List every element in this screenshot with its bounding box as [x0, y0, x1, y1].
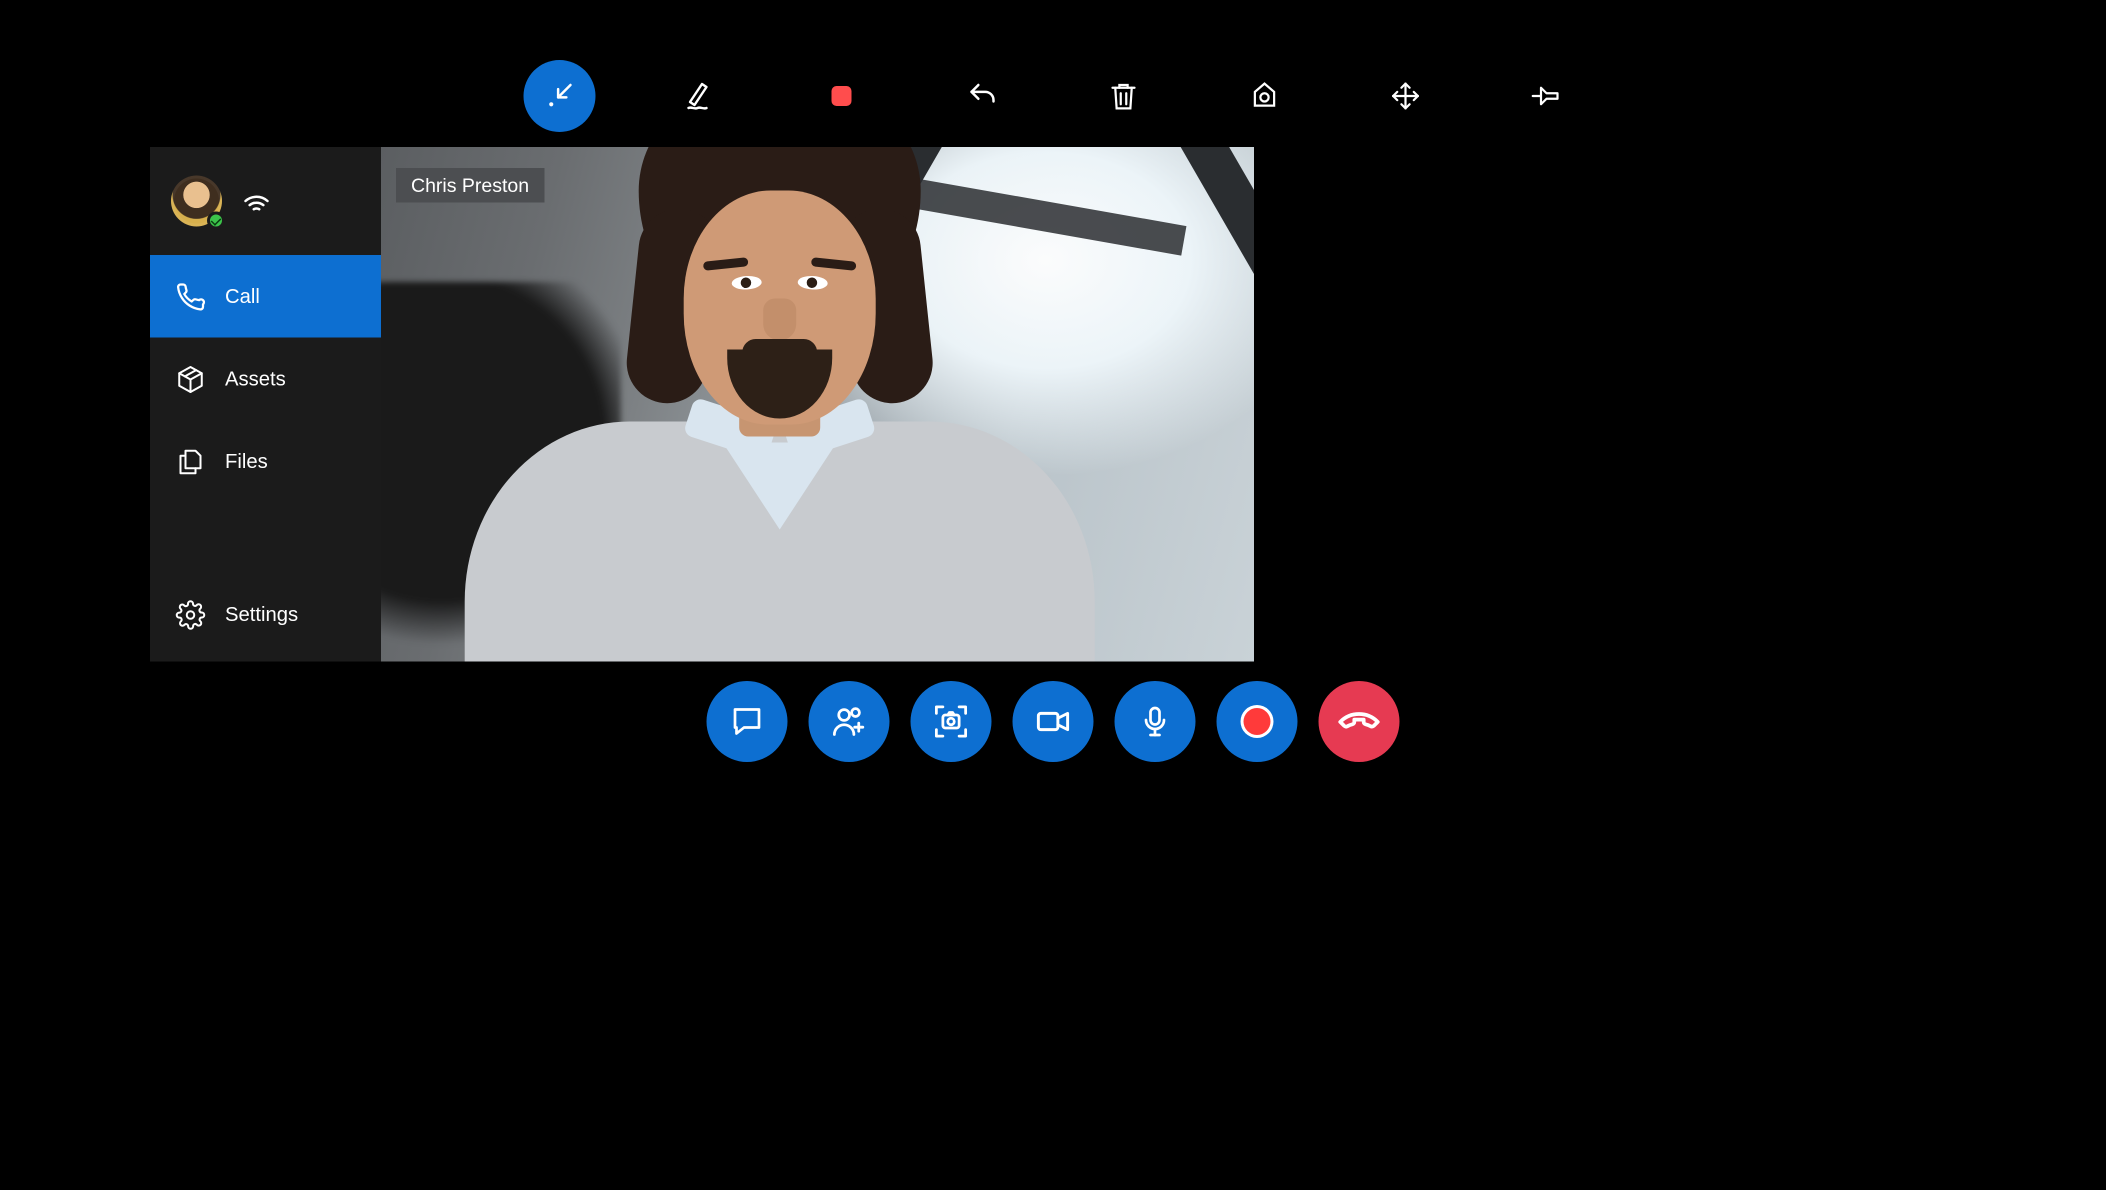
sidebar-item-label: Call: [225, 285, 260, 308]
sidebar: Call Assets: [150, 147, 381, 662]
sidebar-item-call[interactable]: Call: [150, 255, 381, 338]
undo-icon: [966, 80, 999, 113]
locate-icon: [1248, 80, 1281, 113]
ink-button[interactable]: [665, 60, 737, 132]
files-icon: [174, 446, 207, 476]
ink-icon: [683, 78, 719, 114]
trash-icon: [1107, 80, 1140, 113]
stop-icon: [827, 81, 857, 111]
move-icon: [1389, 80, 1422, 113]
sidebar-item-settings[interactable]: Settings: [150, 573, 381, 656]
pin-icon: [1530, 80, 1563, 113]
minimize-icon: [543, 80, 576, 113]
add-participant-button[interactable]: [809, 681, 890, 762]
app-window: Call Assets: [150, 147, 1254, 662]
remote-name-text: Chris Preston: [411, 174, 529, 197]
nav-list: Call Assets: [150, 255, 381, 503]
undo-button[interactable]: [947, 60, 1019, 132]
delete-button[interactable]: [1088, 60, 1160, 132]
sidebar-item-files[interactable]: Files: [150, 420, 381, 503]
locate-button[interactable]: [1229, 60, 1301, 132]
snapshot-icon: [932, 702, 971, 741]
record-icon: [1244, 708, 1271, 735]
sidebar-item-label: Files: [225, 450, 268, 473]
chat-button[interactable]: [707, 681, 788, 762]
add-person-icon: [830, 702, 869, 741]
pin-button[interactable]: [1511, 60, 1583, 132]
video-icon: [1034, 702, 1073, 741]
end-call-icon: [1337, 699, 1382, 744]
profile-row: [150, 147, 381, 255]
sidebar-item-label: Assets: [225, 368, 286, 391]
mic-button[interactable]: [1115, 681, 1196, 762]
video-pane: Chris Preston: [381, 147, 1254, 662]
video-button[interactable]: [1013, 681, 1094, 762]
avatar[interactable]: [171, 176, 222, 227]
minimize-button[interactable]: [524, 60, 596, 132]
end-call-button[interactable]: [1319, 681, 1400, 762]
call-bar: [0, 681, 2106, 762]
record-button[interactable]: [1217, 681, 1298, 762]
sidebar-item-assets[interactable]: Assets: [150, 338, 381, 421]
sidebar-item-label: Settings: [225, 603, 298, 626]
remote-participant-video: [465, 182, 1095, 662]
phone-icon: [174, 281, 207, 311]
top-toolbar: [0, 60, 2106, 132]
chat-icon: [729, 704, 765, 740]
snapshot-button[interactable]: [911, 681, 992, 762]
stop-button[interactable]: [806, 60, 878, 132]
remote-name-tag: Chris Preston: [396, 168, 544, 203]
package-icon: [174, 364, 207, 394]
wifi-icon: [240, 185, 273, 218]
presence-badge: [207, 212, 225, 230]
gear-icon: [174, 599, 207, 629]
move-button[interactable]: [1370, 60, 1442, 132]
mic-icon: [1137, 704, 1173, 740]
